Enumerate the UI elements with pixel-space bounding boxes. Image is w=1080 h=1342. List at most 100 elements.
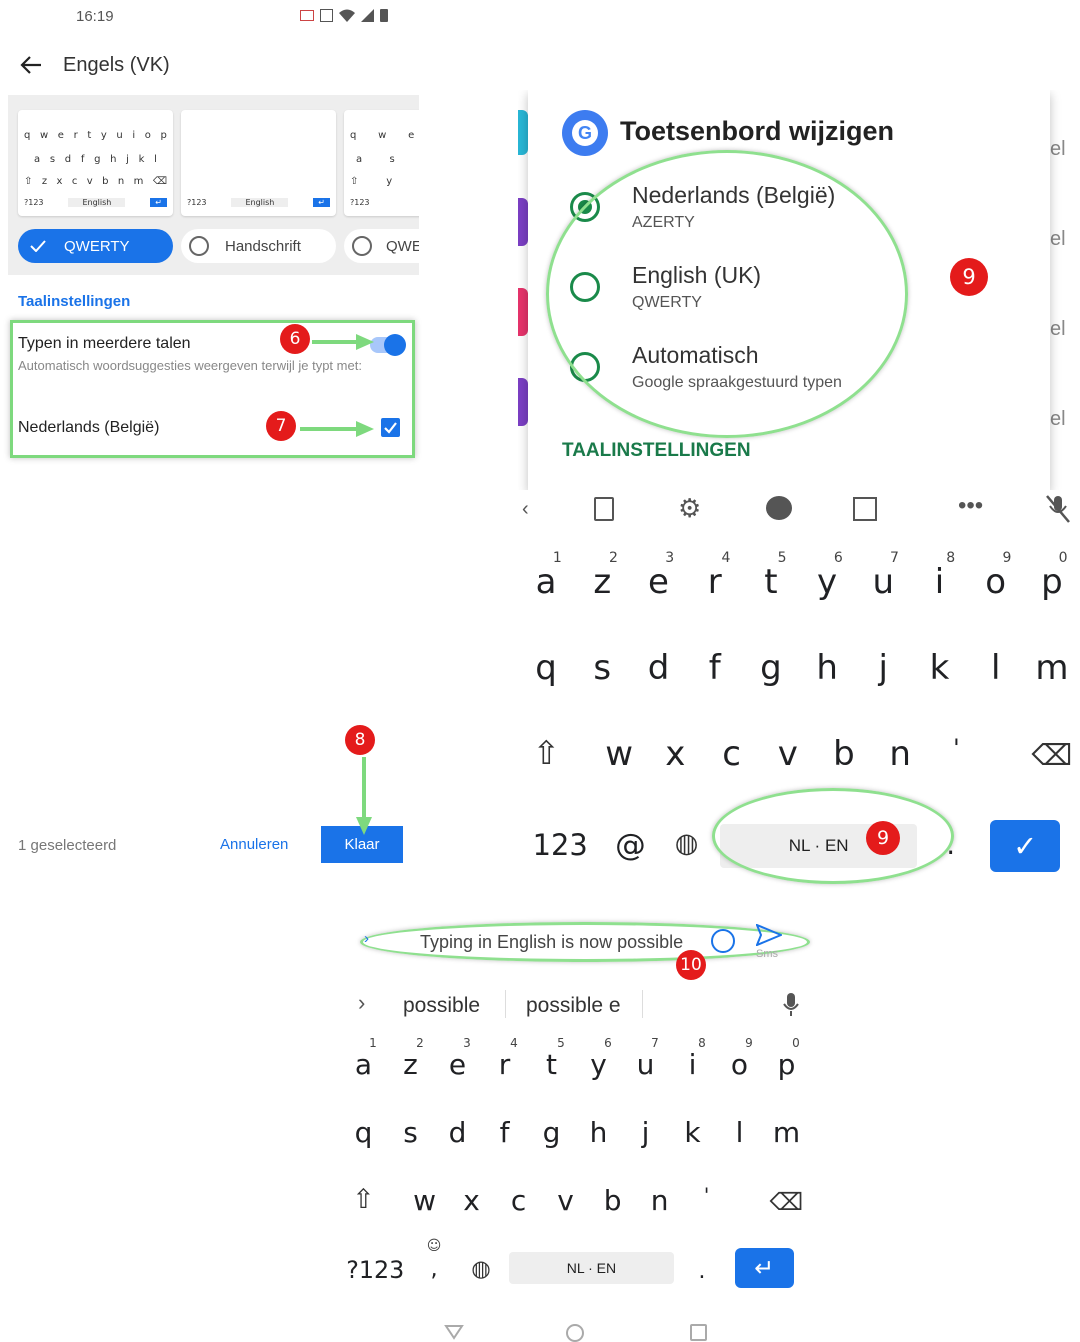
key-m[interactable]: m: [1024, 648, 1080, 688]
key-e[interactable]: e: [630, 562, 686, 602]
back-triangle-icon[interactable]: [444, 1324, 464, 1340]
keyboard-preview-qwertz[interactable]: qwertz asdfg ⇧yxcv ?123: [344, 110, 419, 216]
globe-icon[interactable]: ◍: [458, 1256, 505, 1282]
key-i[interactable]: i: [669, 1048, 716, 1081]
key-n[interactable]: n: [636, 1184, 683, 1217]
back-arrow-icon[interactable]: [20, 55, 42, 75]
period-key[interactable]: .: [678, 1258, 725, 1284]
key-j[interactable]: j: [855, 648, 911, 688]
layout-option-third[interactable]: QWE: [344, 229, 419, 263]
key-c[interactable]: c: [703, 734, 759, 774]
numbers-key[interactable]: ?123: [340, 1256, 411, 1284]
key-u[interactable]: u: [622, 1048, 669, 1081]
more-icon[interactable]: •••: [958, 492, 983, 520]
key-s[interactable]: s: [387, 1116, 434, 1149]
cancel-button[interactable]: Annuleren: [220, 836, 288, 853]
key-t[interactable]: t: [743, 562, 799, 602]
arrow-down-icon: [356, 757, 372, 835]
key-o[interactable]: o: [716, 1048, 763, 1081]
status-bar: 16:19: [0, 0, 420, 34]
key-j[interactable]: j: [622, 1116, 669, 1149]
key-f[interactable]: f: [687, 648, 743, 688]
key-l[interactable]: l: [716, 1116, 763, 1149]
key-d[interactable]: d: [434, 1116, 481, 1149]
key-k[interactable]: k: [911, 648, 967, 688]
cast-icon: [300, 10, 314, 21]
message-input[interactable]: Typing in English is now possible: [420, 932, 683, 953]
language-checkbox[interactable]: [381, 418, 400, 437]
key-a[interactable]: a: [518, 562, 574, 602]
key-i[interactable]: i: [911, 562, 967, 602]
keyboard-preview-qwerty[interactable]: qwertyuiop asdfghjkl ⇧ z x c v b n m ⌫ ?123 Engli…: [18, 110, 173, 216]
done-check-key[interactable]: ✓: [990, 820, 1061, 872]
key-x[interactable]: x: [647, 734, 703, 774]
comma-key[interactable]: ,: [411, 1256, 458, 1282]
key-q[interactable]: q: [518, 648, 574, 688]
key-z[interactable]: z: [574, 562, 630, 602]
emoji-icon[interactable]: [711, 929, 735, 953]
key-g[interactable]: g: [528, 1116, 575, 1149]
clipboard-icon[interactable]: [594, 497, 614, 521]
key-a[interactable]: a: [340, 1048, 387, 1081]
navigation-bar: [340, 1316, 820, 1342]
key-q[interactable]: q: [340, 1116, 387, 1149]
key-e[interactable]: e: [434, 1048, 481, 1081]
home-circle-icon[interactable]: [566, 1324, 584, 1342]
palette-icon[interactable]: [766, 496, 792, 520]
key-r[interactable]: r: [481, 1048, 528, 1081]
key-x[interactable]: x: [448, 1184, 495, 1217]
suggestion-item[interactable]: possible: [403, 994, 480, 1018]
key-b[interactable]: b: [816, 734, 872, 774]
key-f[interactable]: f: [481, 1116, 528, 1149]
key-c[interactable]: c: [495, 1184, 542, 1217]
key-g[interactable]: g: [743, 648, 799, 688]
key-w[interactable]: w: [591, 734, 647, 774]
key-o[interactable]: o: [968, 562, 1024, 602]
key-n[interactable]: n: [872, 734, 928, 774]
language-settings-link[interactable]: TAALINSTELLINGEN: [562, 440, 751, 462]
suggestions-expand-icon[interactable]: ›: [358, 990, 365, 1016]
key-v[interactable]: v: [542, 1184, 589, 1217]
key-z[interactable]: z: [387, 1048, 434, 1081]
key-y[interactable]: y: [575, 1048, 622, 1081]
enter-key[interactable]: ↵: [734, 1248, 794, 1288]
key-r[interactable]: r: [687, 562, 743, 602]
key-p[interactable]: p: [763, 1048, 810, 1081]
key-apostrophe[interactable]: ': [683, 1184, 730, 1207]
key-s[interactable]: s: [574, 648, 630, 688]
layout-option-handwriting[interactable]: Handschrift: [181, 229, 336, 263]
keyboard-preview-handwriting[interactable]: ?123 English ↵: [181, 110, 336, 216]
key-t[interactable]: t: [528, 1048, 575, 1081]
shift-icon[interactable]: ⇧: [518, 734, 574, 772]
collapse-icon[interactable]: ‹: [522, 498, 529, 521]
key-h[interactable]: h: [799, 648, 855, 688]
key-v[interactable]: v: [760, 734, 816, 774]
space-bar[interactable]: NL · EN: [509, 1252, 674, 1284]
backspace-icon[interactable]: ⌫: [1024, 738, 1080, 772]
globe-icon[interactable]: ◍: [659, 828, 715, 859]
at-key[interactable]: @: [602, 828, 658, 863]
key-p[interactable]: p: [1024, 562, 1080, 602]
key-d[interactable]: d: [630, 648, 686, 688]
backspace-icon[interactable]: ⌫: [763, 1188, 810, 1216]
key-k[interactable]: k: [669, 1116, 716, 1149]
numbers-key[interactable]: 123: [518, 828, 602, 862]
key-h[interactable]: h: [575, 1116, 622, 1149]
suggestion-item[interactable]: possible e: [526, 994, 621, 1018]
layout-option-qwerty[interactable]: QWERTY: [18, 229, 173, 263]
mic-icon[interactable]: [782, 992, 800, 1018]
recents-square-icon[interactable]: [690, 1324, 707, 1341]
key-w[interactable]: w: [401, 1184, 448, 1217]
key-apostrophe[interactable]: ': [928, 734, 984, 762]
send-icon[interactable]: [756, 924, 782, 946]
gear-icon[interactable]: ⚙: [678, 493, 701, 524]
expand-icon[interactable]: ›: [364, 930, 369, 947]
key-b[interactable]: b: [589, 1184, 636, 1217]
mic-off-icon[interactable]: [1045, 494, 1071, 524]
key-u[interactable]: u: [855, 562, 911, 602]
key-m[interactable]: m: [763, 1116, 810, 1149]
key-l[interactable]: l: [968, 648, 1024, 688]
key-y[interactable]: y: [799, 562, 855, 602]
resize-icon[interactable]: [853, 497, 877, 521]
shift-icon[interactable]: ⇧: [340, 1184, 387, 1215]
